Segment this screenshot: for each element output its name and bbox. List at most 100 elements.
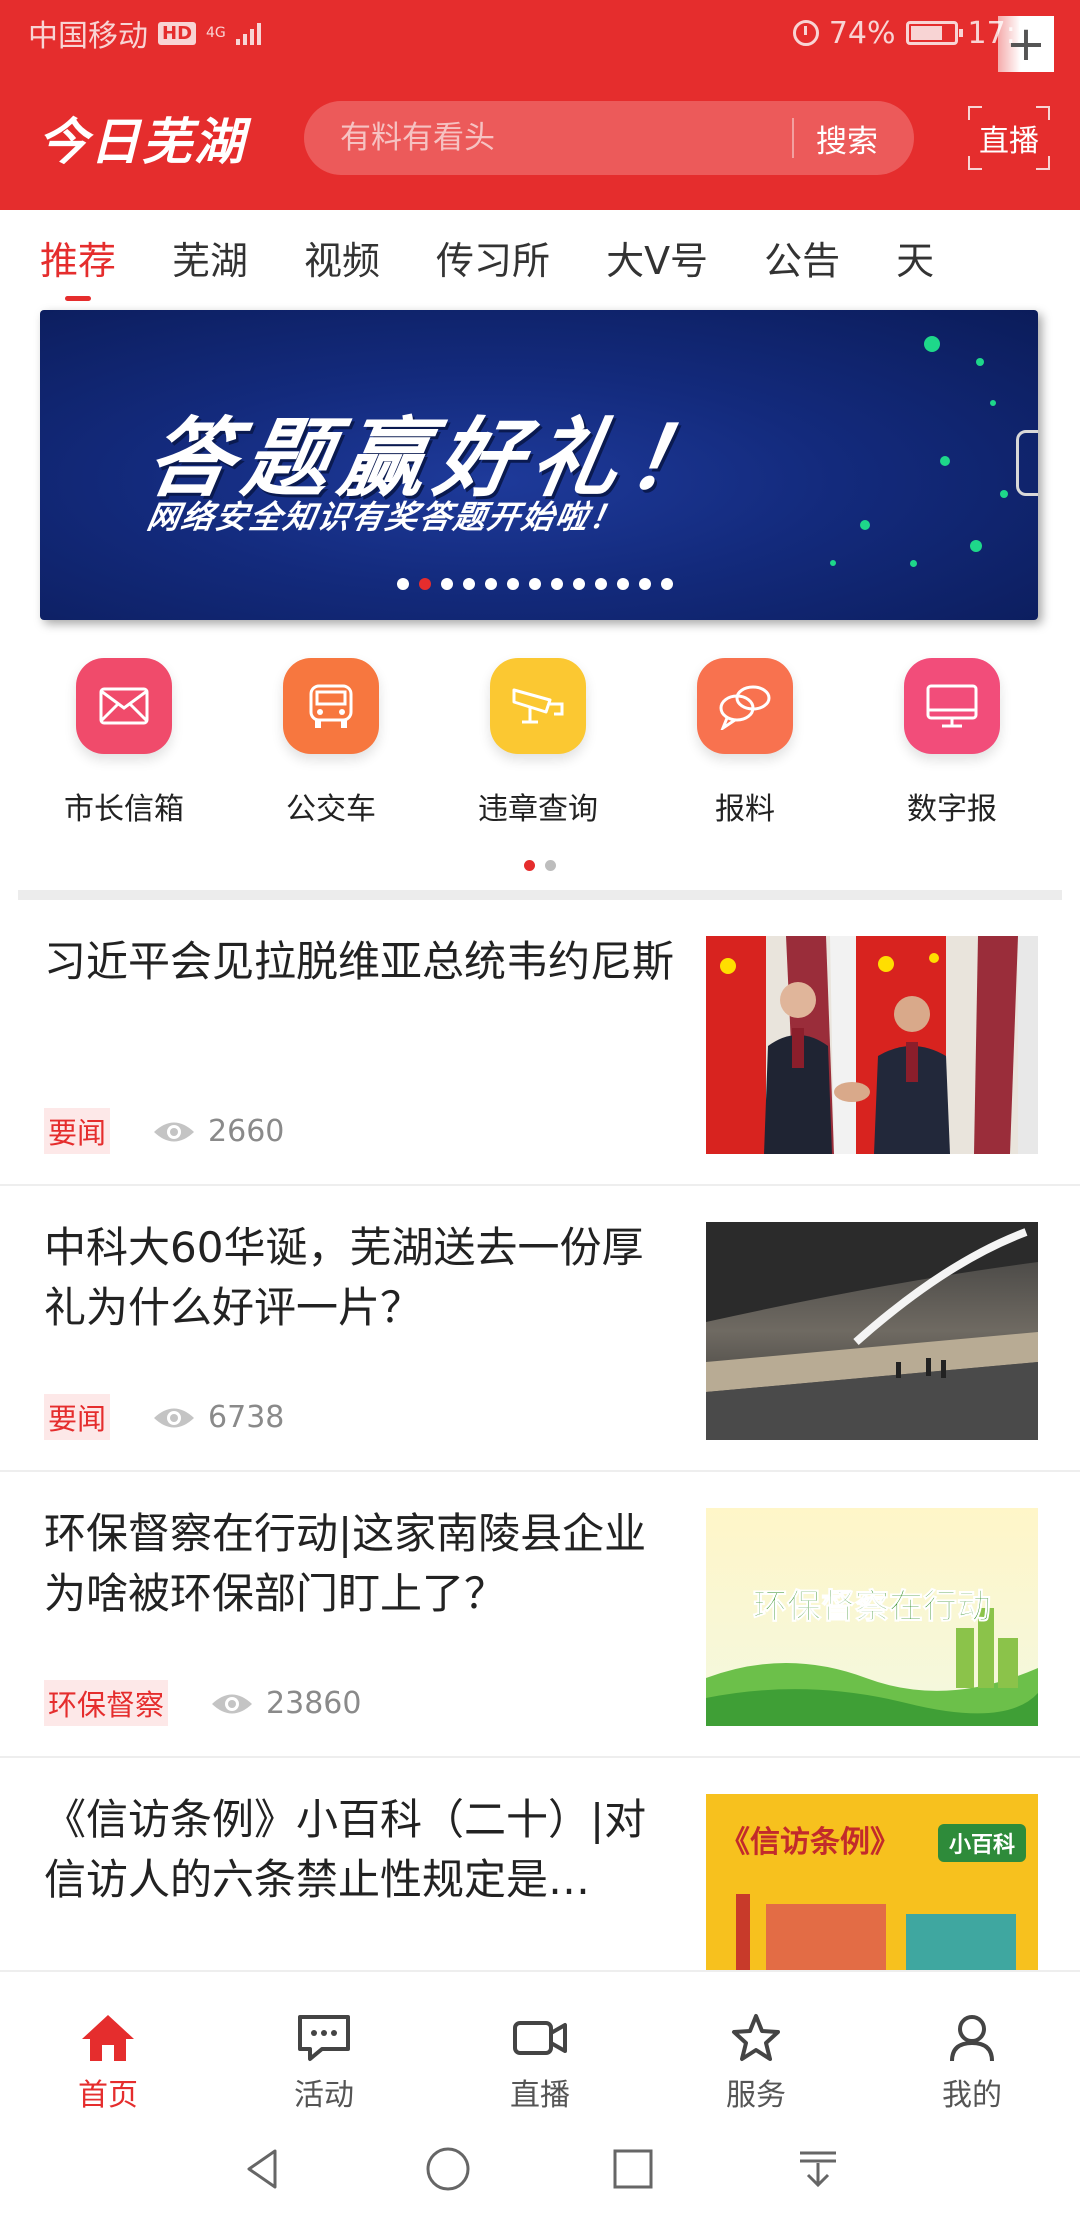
banner-pager-dot	[463, 578, 475, 590]
news-tag: 要闻	[44, 1394, 111, 1440]
service-bus[interactable]: 公交车	[231, 658, 431, 828]
service-camera[interactable]: 违章查询	[438, 658, 638, 828]
banner-pager	[40, 578, 1034, 590]
banner-pager-dot	[507, 578, 519, 590]
hd-badge: HD	[158, 21, 197, 45]
monitor-icon	[904, 658, 1000, 754]
tab-0[interactable]: 推荐	[40, 230, 116, 301]
nav-label: 活动	[294, 2078, 354, 2113]
signal-icon	[236, 21, 262, 45]
news-thumbnail	[706, 936, 1038, 1154]
service-label: 数字报	[907, 792, 997, 827]
recents-icon[interactable]	[603, 2139, 663, 2199]
carrier-name: 中国移动	[28, 19, 148, 54]
nav-label: 我的	[942, 2078, 1002, 2113]
tab-4[interactable]: 大V号	[606, 230, 708, 285]
banner-pager-dot	[617, 578, 629, 590]
news-item[interactable]: 中科大60华诞，芜湖送去一份厚礼为什么好评一片？ 要闻 6738	[0, 1186, 1080, 1472]
news-item[interactable]: 环保督察在行动|这家南陵县企业为啥被环保部门盯上了？ 环保督察 23860 环保…	[0, 1472, 1080, 1758]
view-count: 2660	[208, 1113, 285, 1149]
banner-pager-dot	[485, 578, 497, 590]
nav-services[interactable]: 服务	[648, 1972, 864, 2118]
thumb-text: 环保督察在行动	[753, 1587, 991, 1627]
star-icon	[727, 2012, 785, 2064]
alarm-icon	[792, 20, 819, 46]
chat-icon	[295, 2012, 353, 2064]
app-screen: 中国移动 HD 4G 74% 17:54 今日芜湖 搜索 直播 推荐 芜湖 视频 传习…	[0, 0, 1080, 2220]
view-count: 23860	[266, 1685, 362, 1721]
tab-3[interactable]: 传习所	[436, 230, 550, 285]
search-input[interactable]	[340, 120, 770, 156]
news-title: 环保督察在行动|这家南陵县企业为啥被环保部门盯上了？	[44, 1509, 647, 1618]
banner-pager-dot	[397, 578, 409, 590]
news-tag: 要闻	[44, 1108, 111, 1154]
nav-live[interactable]: 直播	[432, 1972, 648, 2118]
tab-1[interactable]: 芜湖	[172, 230, 248, 285]
bottom-navigation: 首页 活动 直播 服务 我的	[0, 1970, 1080, 2118]
banner-pager-dot	[573, 578, 585, 590]
notification-pull-icon[interactable]	[788, 2139, 848, 2199]
nav-profile[interactable]: 我的	[864, 1972, 1080, 2118]
services-pager	[0, 860, 1080, 871]
eye-icon	[210, 1690, 254, 1716]
search-bar[interactable]: 搜索	[304, 101, 914, 175]
category-tabs: 推荐 芜湖 视频 传习所 大V号 公告 天	[0, 210, 1080, 304]
search-divider	[792, 118, 794, 158]
banner-subtitle: 网络安全知识有奖答题开始啦！	[144, 498, 628, 536]
system-navigation	[0, 2118, 1080, 2220]
camera-icon	[490, 658, 586, 754]
status-bar: 中国移动 HD 4G 74% 17:54	[0, 0, 1080, 66]
nav-home[interactable]: 首页	[0, 1972, 216, 2118]
news-tag: 环保督察	[44, 1680, 169, 1726]
service-monitor[interactable]: 数字报	[852, 658, 1052, 828]
eye-icon	[152, 1404, 196, 1430]
banner-next-icon	[1016, 430, 1038, 496]
service-label: 报料	[715, 792, 775, 827]
mail-icon	[76, 658, 172, 754]
news-title: 中科大60华诞，芜湖送去一份厚礼为什么好评一片？	[44, 1223, 644, 1332]
chat-bubbles-icon	[697, 658, 793, 754]
bus-icon	[283, 658, 379, 754]
service-label: 公交车	[286, 792, 376, 827]
live-button[interactable]: 直播	[968, 106, 1050, 170]
quick-services: 市长信箱 公交车 违章查询 报料 数字报	[0, 658, 1080, 858]
banner-pager-dot	[661, 578, 673, 590]
nav-activity[interactable]: 活动	[216, 1972, 432, 2118]
battery-percent: 74%	[828, 15, 896, 51]
thumb-text: 《信访条例》	[720, 1825, 900, 1860]
service-chat-bubbles[interactable]: 报料	[645, 658, 845, 828]
services-pager-dot	[524, 860, 535, 871]
news-title: 习近平会见拉脱维亚总统韦约尼斯	[44, 937, 674, 986]
news-meta: 环保督察 23860	[44, 1680, 361, 1726]
view-count: 6738	[208, 1399, 285, 1435]
tab-6[interactable]: 天	[896, 230, 934, 285]
thumb-badge: 小百科	[949, 1833, 1015, 1858]
banner-pager-dot	[441, 578, 453, 590]
news-list: 习近平会见拉脱维亚总统韦约尼斯 要闻 2660 中科大60华诞，芜湖送去一份厚礼…	[0, 900, 1080, 2044]
service-mail[interactable]: 市长信箱	[24, 658, 224, 828]
news-title: 《信访条例》小百科（二十）|对信访人的六条禁止性规定是…	[44, 1795, 647, 1904]
news-item[interactable]: 习近平会见拉脱维亚总统韦约尼斯 要闻 2660	[0, 900, 1080, 1186]
tab-5[interactable]: 公告	[764, 230, 840, 285]
nav-label: 首页	[78, 2078, 138, 2113]
banner-pager-dot	[419, 578, 431, 590]
back-icon[interactable]	[233, 2139, 293, 2199]
add-tab-icon[interactable]: +	[998, 16, 1054, 72]
banner-pager-dot	[529, 578, 541, 590]
app-logo: 今日芜湖	[38, 113, 246, 171]
network-type: 4G	[206, 25, 226, 41]
home-icon	[79, 2012, 137, 2064]
video-camera-icon	[511, 2012, 569, 2064]
news-thumbnail	[706, 1222, 1038, 1440]
news-thumbnail: 环保督察在行动	[706, 1508, 1038, 1726]
home-circle-icon[interactable]	[418, 2139, 478, 2199]
tab-2[interactable]: 视频	[304, 230, 380, 285]
news-meta: 要闻 2660	[44, 1108, 284, 1154]
section-divider	[18, 890, 1062, 900]
banner-pager-dot	[551, 578, 563, 590]
banner-carousel[interactable]: 答题赢好礼！ 网络安全知识有奖答题开始啦！	[40, 310, 1038, 620]
battery-icon	[905, 21, 963, 45]
eye-icon	[152, 1118, 196, 1144]
search-button[interactable]: 搜索	[816, 116, 878, 161]
banner-pager-dot	[595, 578, 607, 590]
